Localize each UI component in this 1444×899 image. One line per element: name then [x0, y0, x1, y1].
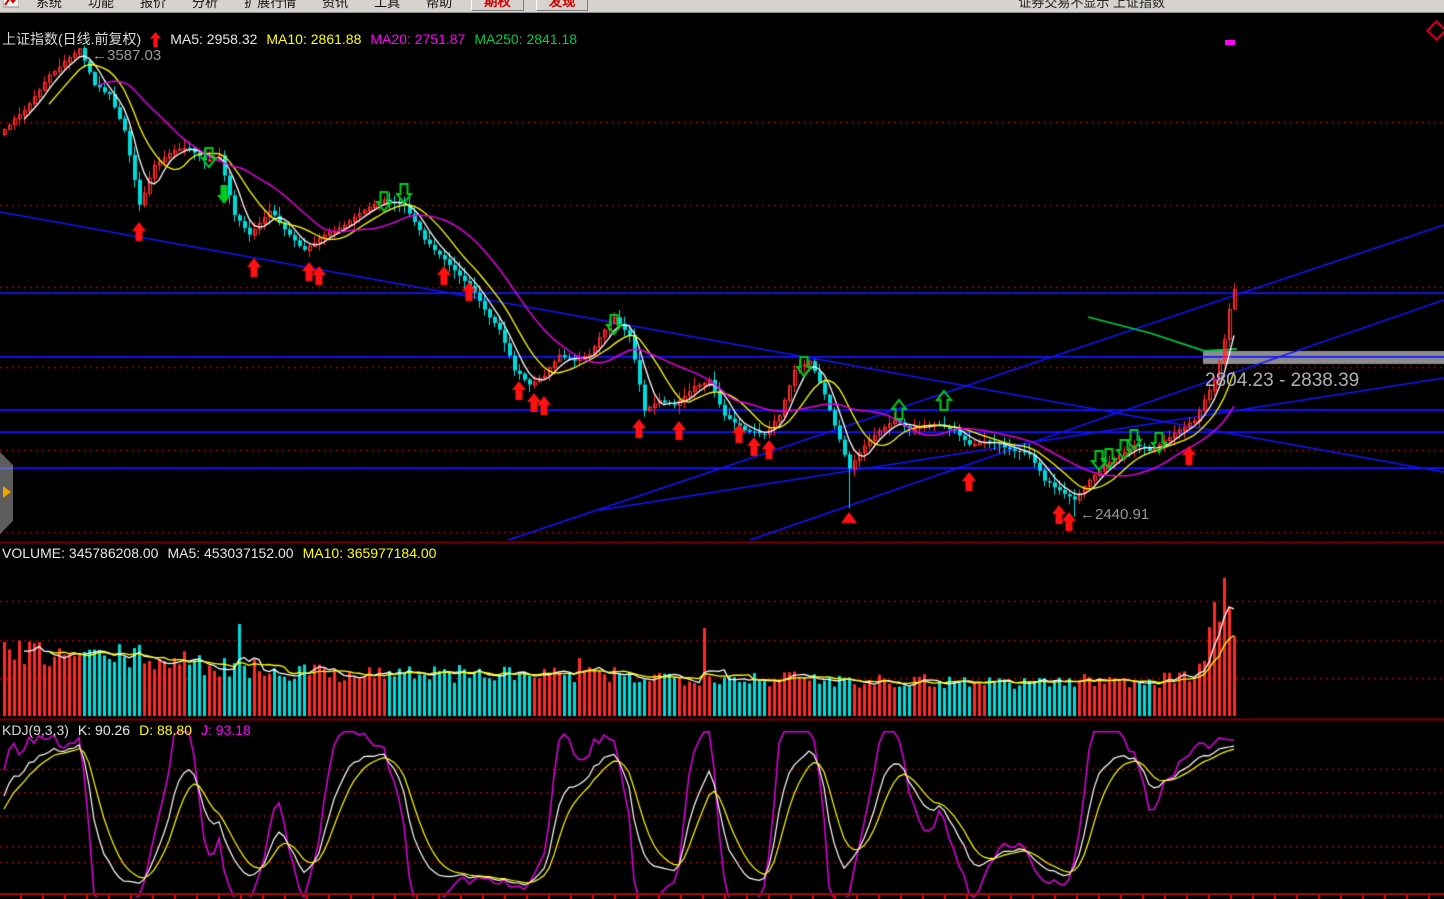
- vol-ma5-value: MA5: 453037152.00: [167, 545, 293, 561]
- chart-title: 上证指数(日线.前复权): [2, 29, 141, 49]
- discover-button[interactable]: 发现: [536, 0, 589, 11]
- magenta-marker: [1225, 40, 1235, 45]
- kdj-j-value: J: 93.18: [201, 722, 251, 738]
- kdj-params: KDJ(9,3,3): [2, 722, 69, 738]
- ma20-value: MA20: 2751.87: [370, 31, 465, 47]
- volume-panel-header: VOLUME: 345786208.00 MA5: 453037152.00 M…: [2, 545, 436, 561]
- ma10-value: MA10: 2861.88: [266, 31, 361, 47]
- menu-system[interactable]: 系统: [23, 0, 75, 11]
- menu-tools[interactable]: 工具: [361, 0, 413, 11]
- menu-help[interactable]: 帮助: [413, 0, 465, 11]
- menu-news[interactable]: 资讯: [309, 0, 361, 11]
- menu-analysis[interactable]: 分析: [179, 0, 231, 11]
- ma250-value: MA250: 2841.18: [474, 31, 577, 47]
- trough-price-label: ←2440.91: [1080, 506, 1149, 523]
- range-box-label: 2804.23 - 2838.39: [1205, 370, 1359, 392]
- volume-value: VOLUME: 345786208.00: [2, 545, 158, 561]
- date-axis[interactable]: [0, 893, 1444, 899]
- menu-quotes[interactable]: 报价: [127, 0, 179, 11]
- red-up-arrow-icon: [150, 32, 161, 47]
- app-icon: [3, 0, 19, 8]
- main-panel-header: 上证指数(日线.前复权) MA5: 2958.32 MA10: 2861.88 …: [2, 29, 577, 49]
- sidebar-expander-handle[interactable]: [0, 452, 13, 534]
- kdj-panel-header: KDJ(9,3,3) K: 90.26 D: 88.80 J: 93.18: [2, 722, 251, 738]
- kdj-d-value: D: 88.80: [139, 722, 192, 738]
- menubar-status-text: 证券交易不显示 上证指数: [1018, 0, 1165, 11]
- kdj-k-value: K: 90.26: [78, 722, 130, 738]
- peak-price-label: ←3587.03: [92, 47, 161, 64]
- menu-extended-quotes[interactable]: 扩展行情: [231, 0, 309, 11]
- expander-arrow-icon: [3, 486, 11, 498]
- options-button[interactable]: 期权: [471, 0, 524, 11]
- menu-function[interactable]: 功能: [75, 0, 127, 11]
- menubar: 系统 功能 报价 分析 扩展行情 资讯 工具 帮助 期权 发现 证券交易不显示 …: [0, 0, 1444, 13]
- trading-app-window: 系统 功能 报价 分析 扩展行情 资讯 工具 帮助 期权 发现 证券交易不显示 …: [0, 0, 1444, 899]
- ma5-value: MA5: 2958.32: [170, 31, 257, 47]
- vol-ma10-value: MA10: 365977184.00: [303, 545, 437, 561]
- chart-canvas[interactable]: [0, 0, 1444, 899]
